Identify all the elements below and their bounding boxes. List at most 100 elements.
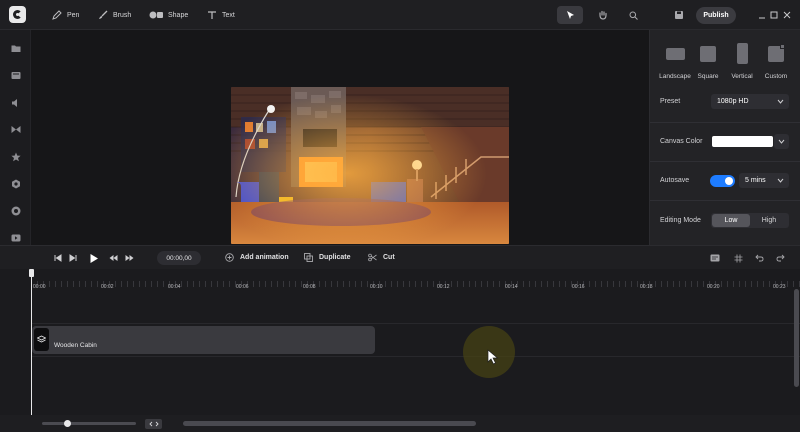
hand-mode-button[interactable] — [590, 6, 616, 24]
media-icon[interactable] — [10, 70, 21, 81]
editing-mode-toggle: Low High — [711, 213, 789, 228]
cut-button[interactable]: Cut — [367, 252, 395, 262]
autosave-interval-value: 5 mins — [745, 177, 766, 184]
shape-tool-label: Shape — [168, 11, 189, 19]
brush-tool-label: Brush — [113, 11, 132, 19]
canvas-color-swatch[interactable] — [712, 136, 773, 147]
autosave-toggle[interactable] — [710, 175, 735, 187]
square-icon — [700, 46, 716, 62]
chevron-down-icon — [778, 139, 785, 144]
play-button[interactable] — [88, 252, 100, 264]
minimize-button[interactable] — [756, 9, 767, 20]
preset-select[interactable]: 1080p HD — [711, 94, 789, 109]
playhead[interactable] — [31, 269, 32, 415]
ruler-tick-label: 00:04 — [168, 284, 181, 290]
fast-forward-button[interactable] — [124, 253, 134, 263]
skip-to-start-button[interactable] — [53, 253, 63, 263]
ruler-tick-label: 00:20 — [707, 284, 720, 290]
timeline-vertical-scrollbar[interactable] — [794, 289, 799, 387]
redo-button[interactable] — [775, 253, 785, 263]
close-icon — [783, 11, 790, 18]
undo-button[interactable] — [754, 253, 764, 263]
pen-tool-button[interactable]: Pen — [51, 8, 79, 22]
add-circle-icon — [224, 252, 234, 262]
duplicate-button[interactable]: Duplicate — [303, 252, 351, 262]
shape-icon — [149, 10, 163, 21]
rewind-button[interactable] — [108, 253, 118, 263]
ruler-tick-label: 00:02 — [101, 284, 114, 290]
properties-panel: Landscape Square Vertical Custom Preset … — [649, 30, 800, 245]
audio-icon[interactable] — [10, 97, 21, 108]
text-icon — [206, 10, 217, 21]
duplicate-label: Duplicate — [319, 253, 351, 261]
text-tool-button[interactable]: Text — [206, 8, 235, 22]
top-toolbar: Pen Brush Shape Text Publish — [0, 0, 800, 30]
timecode-display[interactable]: 00:00,00 — [157, 251, 201, 265]
skip-forward-icon — [69, 254, 77, 262]
captions-icon — [710, 254, 720, 262]
grid-icon — [734, 254, 742, 262]
hand-icon — [599, 10, 607, 20]
timeline-footer — [0, 415, 800, 432]
record-icon[interactable] — [10, 205, 21, 216]
cut-label: Cut — [383, 253, 395, 261]
playback-controls-bar: 00:00,00 Add animation Duplicate Cut — [0, 245, 800, 269]
format-custom-button[interactable]: Custom — [760, 44, 792, 80]
artboard-image-wooden-cabin[interactable] — [231, 87, 509, 244]
preset-value: 1080p HD — [717, 98, 749, 105]
canvas-color-label: Canvas Color — [660, 138, 703, 145]
save-button[interactable] — [673, 9, 685, 21]
select-mode-button[interactable] — [557, 6, 583, 24]
pen-tool-label: Pen — [67, 11, 80, 19]
settings-icon[interactable] — [10, 178, 21, 189]
brush-tool-button[interactable]: Brush — [97, 8, 131, 22]
scissors-icon — [367, 252, 377, 262]
shape-tool-button[interactable]: Shape — [149, 8, 188, 22]
autosave-label: Autosave — [660, 177, 690, 184]
format-landscape-button[interactable]: Landscape — [659, 44, 691, 80]
maximize-button[interactable] — [768, 9, 779, 20]
pen-icon — [51, 10, 62, 21]
timeline-zoom-handle[interactable] — [64, 420, 71, 427]
format-vertical-button[interactable]: Vertical — [726, 43, 758, 80]
video-icon[interactable] — [10, 232, 21, 243]
chevron-down-icon — [777, 98, 784, 105]
zoom-icon — [629, 11, 638, 20]
cabin-interior-illustration — [231, 87, 509, 244]
app-logo[interactable] — [9, 6, 26, 23]
save-icon — [675, 11, 683, 19]
timeline-zoom-slider[interactable] — [42, 422, 136, 425]
format-square-button[interactable]: Square — [692, 44, 724, 80]
zoom-mode-button[interactable] — [620, 6, 646, 24]
layers-icon — [34, 328, 49, 351]
add-animation-button[interactable]: Add animation — [224, 252, 289, 262]
rewind-icon — [109, 255, 117, 261]
landscape-icon — [665, 48, 685, 60]
play-icon — [90, 253, 98, 263]
ruler-tick-label: 00:16 — [572, 284, 585, 290]
fast-forward-icon — [125, 255, 133, 261]
publish-button[interactable]: Publish — [696, 7, 736, 24]
transition-icon[interactable] — [10, 124, 21, 135]
vertical-icon — [736, 43, 748, 64]
timeline-clip[interactable]: Wooden Cabin — [32, 326, 375, 354]
timeline[interactable]: 00:00 00:02 00:04 00:06 00:08 00:10 00:1… — [0, 269, 800, 415]
ruler-tick-label: 00:12 — [437, 284, 450, 290]
folder-icon[interactable] — [10, 43, 21, 54]
star-icon[interactable] — [10, 151, 21, 162]
captions-button[interactable] — [710, 253, 720, 263]
playhead-handle[interactable] — [29, 269, 34, 277]
editing-mode-low-button[interactable]: Low — [712, 214, 750, 227]
skip-to-end-button[interactable] — [68, 253, 78, 263]
time-ruler[interactable] — [31, 281, 800, 287]
fit-timeline-button[interactable] — [145, 419, 162, 429]
editing-mode-high-button[interactable]: High — [750, 214, 788, 227]
redo-icon — [776, 254, 785, 262]
ruler-tick-label: 00:18 — [640, 284, 653, 290]
autosave-interval-select[interactable]: 5 mins — [739, 173, 789, 188]
track-divider — [31, 356, 800, 357]
canvas-color-dropdown[interactable] — [774, 134, 789, 149]
close-button[interactable] — [781, 9, 792, 20]
timeline-horizontal-scrollbar[interactable] — [183, 421, 476, 426]
grid-snap-button[interactable] — [733, 253, 743, 263]
